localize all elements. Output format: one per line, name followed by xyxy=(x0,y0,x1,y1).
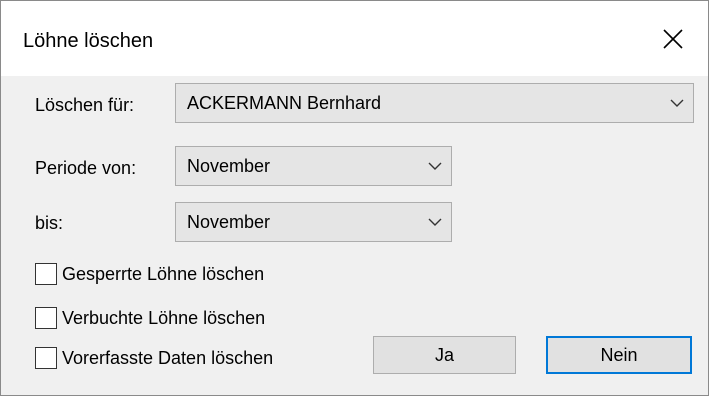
periode-von-value: November xyxy=(187,156,271,176)
close-button[interactable] xyxy=(638,1,708,76)
checkbox-box[interactable] xyxy=(35,347,57,369)
bis-label: bis: xyxy=(35,213,64,233)
verbuchte-loehne-checkbox[interactable]: Verbuchte Löhne löschen xyxy=(35,307,265,329)
periode-von-label: Periode von: xyxy=(35,158,137,178)
checkbox-box[interactable] xyxy=(35,263,57,285)
gesperrte-loehne-label: Gesperrte Löhne löschen xyxy=(62,264,265,284)
close-icon xyxy=(663,28,683,49)
vorerfasste-daten-checkbox[interactable]: Vorerfasste Daten löschen xyxy=(35,347,273,369)
gesperrte-loehne-checkbox[interactable]: Gesperrte Löhne löschen xyxy=(35,263,264,285)
ja-button[interactable]: Ja xyxy=(373,336,516,374)
chevron-down-icon xyxy=(428,162,442,170)
verbuchte-loehne-label: Verbuchte Löhne löschen xyxy=(62,308,266,328)
dialog-title: Löhne löschen xyxy=(23,30,154,52)
loeschen-fuer-select[interactable]: ACKERMANN Bernhard xyxy=(175,83,694,123)
loeschen-fuer-value: ACKERMANN Bernhard xyxy=(187,93,382,113)
chevron-down-icon xyxy=(670,99,684,107)
dialog-window: Löhne löschen Löschen für: ACKERMANN Ber… xyxy=(0,0,709,396)
loeschen-fuer-label: Löschen für: xyxy=(35,95,135,115)
nein-button[interactable]: Nein xyxy=(546,336,692,374)
bis-value: November xyxy=(187,212,271,232)
chevron-down-icon xyxy=(428,218,442,226)
vorerfasste-daten-label: Vorerfasste Daten löschen xyxy=(62,348,274,368)
checkbox-box[interactable] xyxy=(35,307,57,329)
bis-select[interactable]: November xyxy=(175,202,452,242)
periode-von-select[interactable]: November xyxy=(175,146,452,186)
title-bar: Löhne löschen xyxy=(1,1,708,76)
